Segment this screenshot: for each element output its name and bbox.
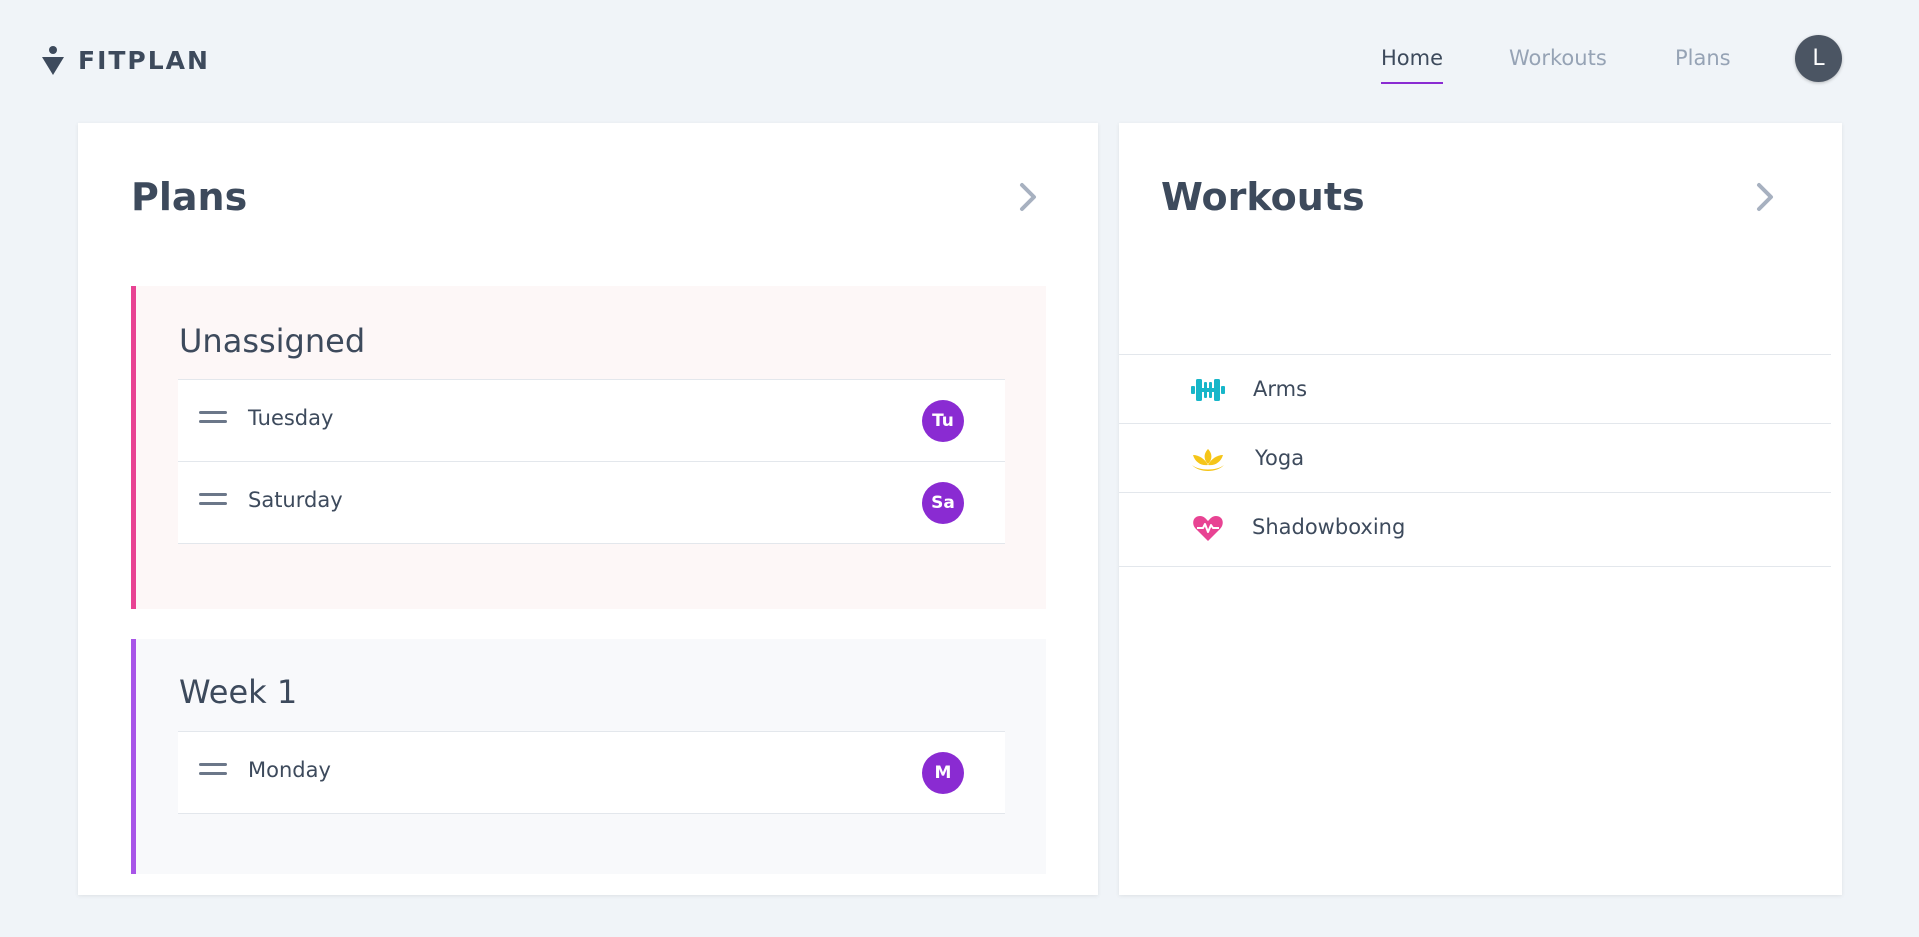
workouts-card: Workouts Arms Yoga Shadowboxing — [1119, 123, 1842, 895]
plan-group-title: Week 1 — [179, 673, 298, 711]
workout-item-arms[interactable]: Arms — [1119, 355, 1831, 424]
app-header: FITPLAN Home Workouts Plans L — [0, 0, 1919, 120]
workout-label: Shadowboxing — [1252, 515, 1406, 539]
day-badge: Tu — [922, 400, 964, 442]
plan-group-title: Unassigned — [179, 322, 366, 360]
nav-workouts[interactable]: Workouts — [1509, 46, 1607, 70]
user-avatar[interactable]: L — [1795, 35, 1842, 82]
nav-plans[interactable]: Plans — [1675, 46, 1731, 70]
workout-label: Arms — [1253, 377, 1308, 401]
day-row[interactable]: Tuesday Tu — [178, 379, 1005, 462]
plans-card: Plans Unassigned Tuesday Tu Saturday Sa … — [78, 123, 1098, 895]
main-nav: Home Workouts Plans — [0, 46, 1919, 96]
day-row[interactable]: Saturday Sa — [178, 461, 1005, 544]
plan-group-week-1: Week 1 Monday M — [131, 639, 1046, 874]
day-row[interactable]: Monday M — [178, 731, 1005, 814]
nav-home[interactable]: Home — [1381, 46, 1444, 84]
day-badge: Sa — [922, 482, 964, 524]
plan-group-unassigned: Unassigned Tuesday Tu Saturday Sa — [131, 286, 1046, 609]
chevron-right-icon[interactable] — [1750, 177, 1780, 217]
workout-label: Yoga — [1255, 446, 1305, 470]
workout-item-yoga[interactable]: Yoga — [1119, 424, 1831, 493]
plans-title: Plans — [131, 175, 248, 219]
day-badge: M — [922, 752, 964, 794]
day-label: Saturday — [248, 488, 343, 512]
workout-list: Arms Yoga Shadowboxing — [1119, 354, 1831, 567]
drag-handle-icon[interactable] — [199, 411, 227, 425]
workout-item-shadowboxing[interactable]: Shadowboxing — [1119, 493, 1831, 567]
dumbbell-icon — [1189, 374, 1227, 406]
day-label: Monday — [248, 758, 331, 782]
drag-handle-icon[interactable] — [199, 763, 227, 777]
lotus-icon — [1189, 443, 1227, 475]
day-list: Monday M — [178, 731, 1005, 814]
heartbeat-icon — [1189, 512, 1227, 544]
chevron-right-icon[interactable] — [1013, 177, 1043, 217]
drag-handle-icon[interactable] — [199, 493, 227, 507]
workouts-title: Workouts — [1161, 175, 1365, 219]
day-label: Tuesday — [248, 406, 334, 430]
day-list: Tuesday Tu Saturday Sa — [178, 379, 1005, 544]
